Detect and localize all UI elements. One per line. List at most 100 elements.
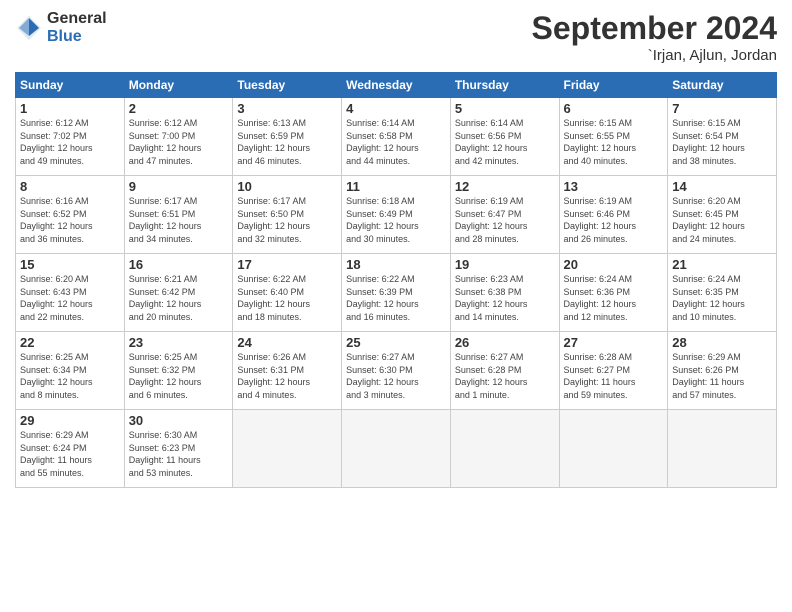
day-number: 7 (672, 101, 772, 116)
table-row: 22 Sunrise: 6:25 AM Sunset: 6:34 PM Dayl… (16, 332, 125, 410)
table-row: 23 Sunrise: 6:25 AM Sunset: 6:32 PM Dayl… (124, 332, 233, 410)
empty-cell (668, 410, 777, 488)
day-number: 12 (455, 179, 555, 194)
table-row: 10 Sunrise: 6:17 AM Sunset: 6:50 PM Dayl… (233, 176, 342, 254)
empty-cell (342, 410, 451, 488)
day-number: 27 (564, 335, 664, 350)
day-number: 5 (455, 101, 555, 116)
calendar-page: General Blue September 2024 `Irjan, Ajlu… (0, 0, 792, 612)
table-row: 3 Sunrise: 6:13 AM Sunset: 6:59 PM Dayli… (233, 98, 342, 176)
header-row: Sunday Monday Tuesday Wednesday Thursday… (16, 73, 777, 98)
calendar-table: Sunday Monday Tuesday Wednesday Thursday… (15, 72, 777, 488)
table-row: 30 Sunrise: 6:30 AM Sunset: 6:23 PM Dayl… (124, 410, 233, 488)
day-info: Sunrise: 6:24 AM Sunset: 6:36 PM Dayligh… (564, 273, 664, 323)
calendar-week-row: 15 Sunrise: 6:20 AM Sunset: 6:43 PM Dayl… (16, 254, 777, 332)
day-number: 14 (672, 179, 772, 194)
day-number: 1 (20, 101, 120, 116)
table-row: 1 Sunrise: 6:12 AM Sunset: 7:02 PM Dayli… (16, 98, 125, 176)
day-number: 21 (672, 257, 772, 272)
table-row: 13 Sunrise: 6:19 AM Sunset: 6:46 PM Dayl… (559, 176, 668, 254)
day-number: 18 (346, 257, 446, 272)
table-row: 14 Sunrise: 6:20 AM Sunset: 6:45 PM Dayl… (668, 176, 777, 254)
table-row: 21 Sunrise: 6:24 AM Sunset: 6:35 PM Dayl… (668, 254, 777, 332)
location: `Irjan, Ajlun, Jordan (532, 47, 777, 64)
day-info: Sunrise: 6:17 AM Sunset: 6:51 PM Dayligh… (129, 195, 229, 245)
day-info: Sunrise: 6:19 AM Sunset: 6:46 PM Dayligh… (564, 195, 664, 245)
day-info: Sunrise: 6:27 AM Sunset: 6:28 PM Dayligh… (455, 351, 555, 401)
table-row: 5 Sunrise: 6:14 AM Sunset: 6:56 PM Dayli… (450, 98, 559, 176)
day-info: Sunrise: 6:24 AM Sunset: 6:35 PM Dayligh… (672, 273, 772, 323)
header: General Blue September 2024 `Irjan, Ajlu… (15, 10, 777, 64)
day-info: Sunrise: 6:29 AM Sunset: 6:26 PM Dayligh… (672, 351, 772, 401)
calendar-week-row: 1 Sunrise: 6:12 AM Sunset: 7:02 PM Dayli… (16, 98, 777, 176)
table-row: 11 Sunrise: 6:18 AM Sunset: 6:49 PM Dayl… (342, 176, 451, 254)
day-info: Sunrise: 6:12 AM Sunset: 7:00 PM Dayligh… (129, 117, 229, 167)
day-number: 29 (20, 413, 120, 428)
table-row: 20 Sunrise: 6:24 AM Sunset: 6:36 PM Dayl… (559, 254, 668, 332)
day-info: Sunrise: 6:20 AM Sunset: 6:45 PM Dayligh… (672, 195, 772, 245)
table-row: 25 Sunrise: 6:27 AM Sunset: 6:30 PM Dayl… (342, 332, 451, 410)
col-saturday: Saturday (668, 73, 777, 98)
day-number: 26 (455, 335, 555, 350)
calendar-week-row: 8 Sunrise: 6:16 AM Sunset: 6:52 PM Dayli… (16, 176, 777, 254)
col-wednesday: Wednesday (342, 73, 451, 98)
col-thursday: Thursday (450, 73, 559, 98)
day-info: Sunrise: 6:15 AM Sunset: 6:55 PM Dayligh… (564, 117, 664, 167)
day-info: Sunrise: 6:29 AM Sunset: 6:24 PM Dayligh… (20, 429, 120, 479)
calendar-week-row: 29 Sunrise: 6:29 AM Sunset: 6:24 PM Dayl… (16, 410, 777, 488)
day-info: Sunrise: 6:26 AM Sunset: 6:31 PM Dayligh… (237, 351, 337, 401)
table-row: 8 Sunrise: 6:16 AM Sunset: 6:52 PM Dayli… (16, 176, 125, 254)
table-row: 26 Sunrise: 6:27 AM Sunset: 6:28 PM Dayl… (450, 332, 559, 410)
month-title: September 2024 (532, 10, 777, 47)
day-info: Sunrise: 6:15 AM Sunset: 6:54 PM Dayligh… (672, 117, 772, 167)
day-info: Sunrise: 6:30 AM Sunset: 6:23 PM Dayligh… (129, 429, 229, 479)
day-info: Sunrise: 6:20 AM Sunset: 6:43 PM Dayligh… (20, 273, 120, 323)
table-row: 15 Sunrise: 6:20 AM Sunset: 6:43 PM Dayl… (16, 254, 125, 332)
day-info: Sunrise: 6:14 AM Sunset: 6:58 PM Dayligh… (346, 117, 446, 167)
day-info: Sunrise: 6:19 AM Sunset: 6:47 PM Dayligh… (455, 195, 555, 245)
col-tuesday: Tuesday (233, 73, 342, 98)
col-sunday: Sunday (16, 73, 125, 98)
day-number: 24 (237, 335, 337, 350)
day-info: Sunrise: 6:23 AM Sunset: 6:38 PM Dayligh… (455, 273, 555, 323)
empty-cell (559, 410, 668, 488)
day-info: Sunrise: 6:12 AM Sunset: 7:02 PM Dayligh… (20, 117, 120, 167)
day-number: 15 (20, 257, 120, 272)
day-number: 11 (346, 179, 446, 194)
day-info: Sunrise: 6:13 AM Sunset: 6:59 PM Dayligh… (237, 117, 337, 167)
day-info: Sunrise: 6:28 AM Sunset: 6:27 PM Dayligh… (564, 351, 664, 401)
empty-cell (233, 410, 342, 488)
day-number: 6 (564, 101, 664, 116)
day-number: 4 (346, 101, 446, 116)
day-number: 19 (455, 257, 555, 272)
table-row: 16 Sunrise: 6:21 AM Sunset: 6:42 PM Dayl… (124, 254, 233, 332)
table-row: 24 Sunrise: 6:26 AM Sunset: 6:31 PM Dayl… (233, 332, 342, 410)
table-row: 29 Sunrise: 6:29 AM Sunset: 6:24 PM Dayl… (16, 410, 125, 488)
logo-text: General Blue (47, 10, 107, 45)
day-info: Sunrise: 6:16 AM Sunset: 6:52 PM Dayligh… (20, 195, 120, 245)
day-number: 8 (20, 179, 120, 194)
logo-general-text: General (47, 10, 107, 28)
calendar-body: 1 Sunrise: 6:12 AM Sunset: 7:02 PM Dayli… (16, 98, 777, 488)
day-number: 28 (672, 335, 772, 350)
day-info: Sunrise: 6:25 AM Sunset: 6:34 PM Dayligh… (20, 351, 120, 401)
table-row: 9 Sunrise: 6:17 AM Sunset: 6:51 PM Dayli… (124, 176, 233, 254)
table-row: 27 Sunrise: 6:28 AM Sunset: 6:27 PM Dayl… (559, 332, 668, 410)
col-monday: Monday (124, 73, 233, 98)
table-row: 2 Sunrise: 6:12 AM Sunset: 7:00 PM Dayli… (124, 98, 233, 176)
logo-icon (15, 14, 43, 42)
day-info: Sunrise: 6:22 AM Sunset: 6:40 PM Dayligh… (237, 273, 337, 323)
logo: General Blue (15, 10, 107, 45)
table-row: 6 Sunrise: 6:15 AM Sunset: 6:55 PM Dayli… (559, 98, 668, 176)
day-info: Sunrise: 6:25 AM Sunset: 6:32 PM Dayligh… (129, 351, 229, 401)
day-number: 20 (564, 257, 664, 272)
table-row: 12 Sunrise: 6:19 AM Sunset: 6:47 PM Dayl… (450, 176, 559, 254)
day-info: Sunrise: 6:17 AM Sunset: 6:50 PM Dayligh… (237, 195, 337, 245)
day-number: 9 (129, 179, 229, 194)
logo-blue-text: Blue (47, 28, 107, 46)
day-info: Sunrise: 6:22 AM Sunset: 6:39 PM Dayligh… (346, 273, 446, 323)
day-number: 16 (129, 257, 229, 272)
day-number: 23 (129, 335, 229, 350)
table-row: 18 Sunrise: 6:22 AM Sunset: 6:39 PM Dayl… (342, 254, 451, 332)
table-row: 4 Sunrise: 6:14 AM Sunset: 6:58 PM Dayli… (342, 98, 451, 176)
